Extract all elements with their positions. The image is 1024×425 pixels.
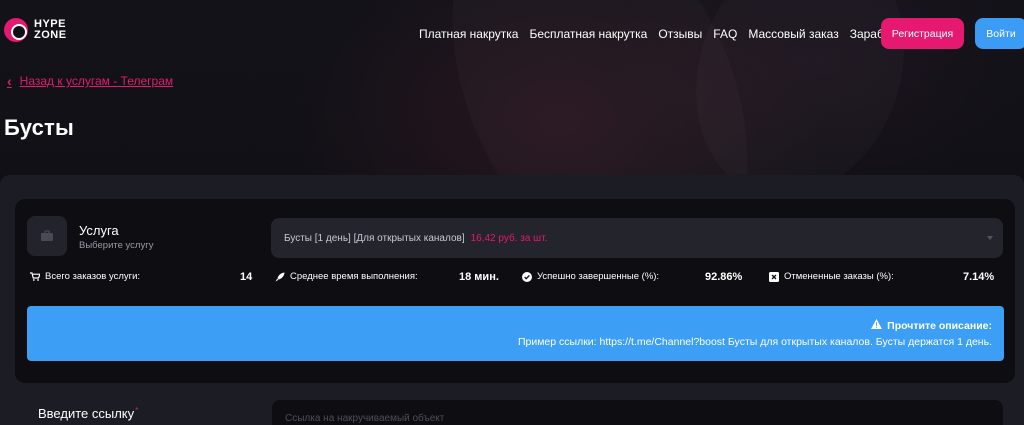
stat-value: 18 мин. [459, 271, 499, 283]
stat-label: Всего заказов услуги: [45, 271, 141, 282]
site-header: HYPE ZONE Платная накрутка Бесплатная на… [0, 0, 1024, 66]
cart-icon [30, 272, 40, 282]
nav-faq[interactable]: FAQ [713, 27, 737, 41]
service-select-value: Бусты [1 день] [Для открытых каналов] [284, 232, 465, 244]
stat-cancel-rate: Отмененные заказы (%): [769, 271, 894, 282]
stat-avg-time: Среднее время выполнения: [275, 271, 418, 282]
description-alert: Прочтите описание: Пример ссылки: https:… [27, 306, 1004, 361]
stat-success-rate: Успешно завершенные (%): [522, 271, 659, 282]
chevron-down-icon [987, 236, 993, 240]
back-link[interactable]: ‹ Назад к услугам - Телеграм [7, 73, 173, 89]
nav-free-boost[interactable]: Бесплатная накрутка [529, 27, 647, 41]
warning-icon [871, 319, 883, 332]
service-title: Услуга [79, 223, 119, 238]
chevron-left-icon: ‹ [7, 73, 12, 89]
service-card: Услуга Выберите услугу Бусты [1 день] [Д… [15, 199, 1015, 383]
service-select[interactable]: Бусты [1 день] [Для открытых каналов] 16… [271, 218, 1003, 258]
stat-value: 14 [240, 271, 253, 283]
stat-total-orders: Всего заказов услуги: [30, 271, 140, 282]
back-link-label: Назад к услугам - Телеграм [19, 74, 174, 88]
nav-bulk-order[interactable]: Массовый заказ [748, 27, 838, 41]
stat-value: 92.86% [705, 271, 743, 283]
login-button[interactable]: Войти [975, 18, 1024, 49]
stat-label: Отмененные заказы (%): [784, 271, 894, 282]
page-title: Бусты [4, 115, 75, 140]
stat-label: Среднее время выполнения: [290, 271, 418, 282]
nav-reviews[interactable]: Отзывы [658, 27, 702, 41]
register-button[interactable]: Регистрация [881, 18, 964, 49]
x-square-icon [769, 271, 779, 282]
briefcase-icon [27, 216, 67, 256]
required-mark: * [135, 406, 139, 415]
check-circle-icon [522, 271, 532, 282]
service-subtitle: Выберите услугу [79, 240, 154, 251]
description-text: Пример ссылки: https://t.me/Channel?boos… [517, 336, 992, 348]
logo-icon [4, 18, 28, 42]
logo[interactable]: HYPE ZONE [4, 18, 67, 42]
link-field-label: Введите ссылку* [38, 406, 139, 421]
stat-label: Успешно завершенные (%): [537, 271, 660, 282]
stat-value: 7.14% [963, 271, 995, 283]
main-nav: Платная накрутка Бесплатная накрутка Отз… [419, 27, 908, 41]
logo-text-line2: ZONE [34, 29, 67, 41]
link-input[interactable] [272, 400, 1003, 425]
nav-paid-boost[interactable]: Платная накрутка [419, 27, 518, 41]
service-price: 16.42 руб. за шт. [470, 232, 548, 244]
description-heading: Прочтите описание: [887, 319, 992, 332]
rocket-icon [275, 272, 285, 282]
